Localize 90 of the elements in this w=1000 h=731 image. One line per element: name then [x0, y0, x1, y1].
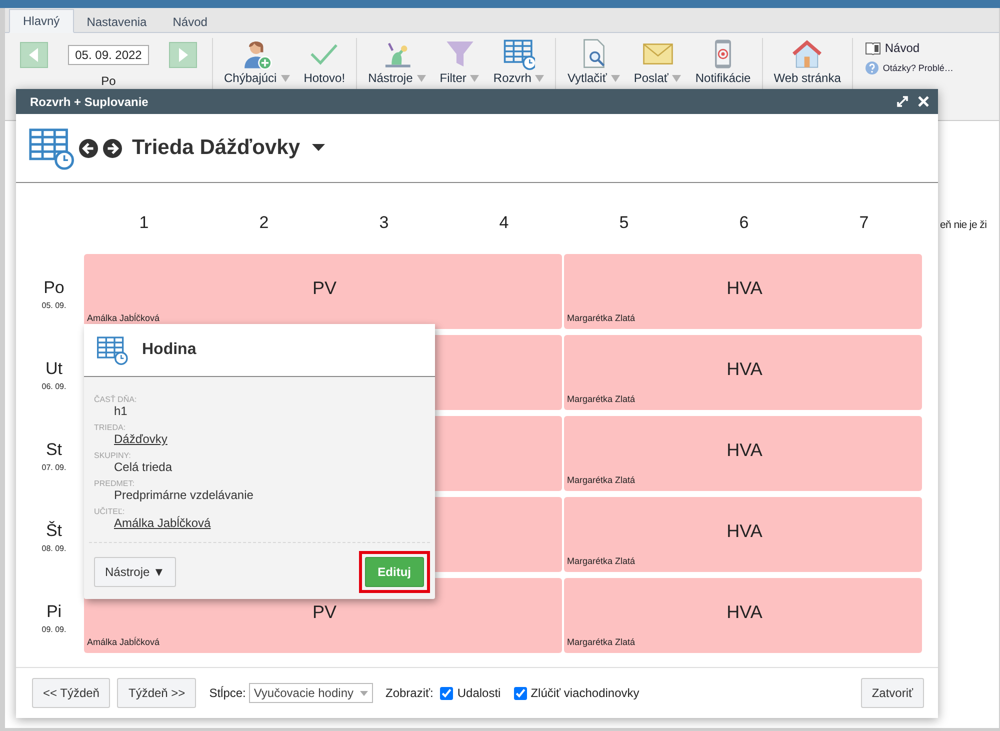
- field-link[interactable]: Dážďovky: [114, 432, 168, 446]
- class-title[interactable]: Trieda Dážďovky: [132, 136, 300, 160]
- help-link[interactable]: Otázky? Problé…: [882, 63, 954, 73]
- ribbon-tab[interactable]: Hlavný: [9, 9, 74, 33]
- timetable-icon[interactable]: [502, 38, 535, 70]
- day-date: 08. 09.: [42, 544, 66, 552]
- house-icon[interactable]: [791, 38, 824, 70]
- ribbon-button-label[interactable]: Web stránka: [774, 71, 841, 85]
- day-name: Ut: [46, 358, 62, 378]
- columns-label: Stĺpce:: [209, 686, 246, 700]
- lesson-block[interactable]: HVA Margarétka Zlatá: [564, 335, 922, 410]
- period-number: 7: [858, 212, 870, 234]
- day-name: Po: [44, 278, 64, 298]
- timetable-icon: [28, 126, 74, 170]
- next-week-button[interactable]: Týždeň >>: [117, 678, 196, 708]
- lesson-block[interactable]: HVA Margarétka Zlatá: [564, 254, 922, 329]
- period-number: 6: [738, 212, 750, 234]
- lesson-teacher: Margarétka Zlatá: [567, 313, 636, 323]
- lesson-teacher: Margarétka Zlatá: [567, 637, 636, 647]
- ribbon-button-label[interactable]: Vytlačiť: [567, 71, 607, 85]
- dropdown-caret-icon: [360, 690, 368, 696]
- day-date: 05. 09.: [42, 300, 66, 310]
- weekday-label: Po: [101, 74, 116, 88]
- checkbox-label[interactable]: Zlúčiť viachodinovky: [530, 686, 640, 700]
- field-label: UČITEĽ:: [94, 507, 125, 516]
- book-icon[interactable]: [864, 42, 881, 54]
- dialog-title: Rozvrh + Suplovanie: [30, 94, 148, 108]
- previous-day-button[interactable]: [20, 42, 48, 68]
- checkbox-label[interactable]: Udalosti: [457, 686, 501, 700]
- lesson-block[interactable]: PV Amálka Jabĺčková: [84, 254, 562, 329]
- maximize-icon[interactable]: [897, 96, 908, 107]
- previous-week-button[interactable]: << Týždeň: [32, 678, 110, 708]
- help-icon[interactable]: [864, 61, 879, 75]
- ribbon-button-label[interactable]: Hotovo!: [304, 71, 346, 85]
- field-label: TRIEDA:: [94, 423, 126, 432]
- lesson-block[interactable]: HVA Margarétka Zlatá: [564, 578, 922, 653]
- field-value: Predprimárne vzdelávanie: [114, 488, 254, 502]
- lesson-subject: HVA: [726, 359, 762, 380]
- popover-title: Hodina: [142, 341, 196, 359]
- next-day-button[interactable]: [168, 42, 197, 68]
- dropdown-caret-icon[interactable]: [312, 144, 325, 152]
- lesson-subject: HVA: [726, 440, 762, 461]
- background-text: eň nie je ži: [940, 219, 987, 231]
- ribbon-button-label[interactable]: Notifikácie: [695, 71, 751, 85]
- period-number: 2: [258, 212, 270, 234]
- field-label: ČASŤ DŇA:: [94, 395, 137, 404]
- lesson-block[interactable]: HVA Margarétka Zlatá: [564, 416, 922, 491]
- field-value: Celá trieda: [114, 460, 172, 474]
- day-name: Št: [46, 520, 62, 540]
- day-name: Pi: [46, 602, 62, 622]
- day-date: 06. 09.: [42, 382, 66, 390]
- ribbon-button-label[interactable]: Nástroje: [368, 71, 413, 85]
- lesson-teacher: Margarétka Zlatá: [567, 556, 636, 566]
- day-date: 07. 09.: [42, 462, 66, 472]
- period-number: 1: [138, 212, 150, 234]
- period-number: 3: [378, 212, 390, 234]
- field-link[interactable]: Amálka Jabĺčková: [114, 516, 211, 530]
- timetable-icon: [96, 335, 128, 365]
- lesson-subject: HVA: [726, 278, 762, 299]
- ribbon-button-label[interactable]: Filter: [440, 71, 466, 85]
- help-link[interactable]: Návod: [884, 41, 920, 55]
- lesson-subject: PV: [312, 278, 336, 299]
- field-label: PREDMET:: [94, 479, 134, 488]
- close-icon[interactable]: [918, 96, 929, 107]
- lesson-subject: HVA: [726, 521, 762, 542]
- ribbon-button-label[interactable]: Rozvrh: [493, 71, 532, 85]
- tools-button[interactable]: Nástroje ▼: [94, 557, 176, 587]
- field-label: SKUPINY:: [94, 451, 131, 460]
- columns-select[interactable]: Vyučovacie hodiny: [248, 683, 372, 703]
- checkbox[interactable]: [514, 686, 527, 700]
- ribbon-tab[interactable]: Nastavenia: [74, 11, 160, 33]
- ribbon-button-label[interactable]: Chýbajúci: [224, 71, 277, 85]
- lesson-block[interactable]: HVA Margarétka Zlatá: [564, 497, 922, 572]
- lesson-subject: HVA: [726, 602, 762, 623]
- period-number: 4: [498, 212, 510, 234]
- close-button[interactable]: Zatvoriť: [860, 678, 924, 708]
- show-label: Zobraziť:: [386, 686, 434, 700]
- lesson-teacher: Amálka Jabĺčková: [87, 313, 160, 323]
- ribbon-button-label[interactable]: Poslať: [634, 71, 668, 85]
- day-name: St: [46, 440, 62, 460]
- lesson-teacher: Amálka Jabĺčková: [87, 637, 160, 647]
- lesson-teacher: Margarétka Zlatá: [567, 394, 636, 404]
- lesson-subject: PV: [312, 602, 336, 623]
- lesson-teacher: Margarétka Zlatá: [567, 475, 636, 485]
- checkbox[interactable]: [440, 686, 454, 700]
- field-value: h1: [114, 404, 128, 418]
- period-number: 5: [618, 212, 630, 234]
- day-date: 09. 09.: [42, 624, 66, 634]
- date-field[interactable]: 05. 09. 2022: [68, 45, 149, 65]
- ribbon-tab[interactable]: Návod: [160, 11, 220, 33]
